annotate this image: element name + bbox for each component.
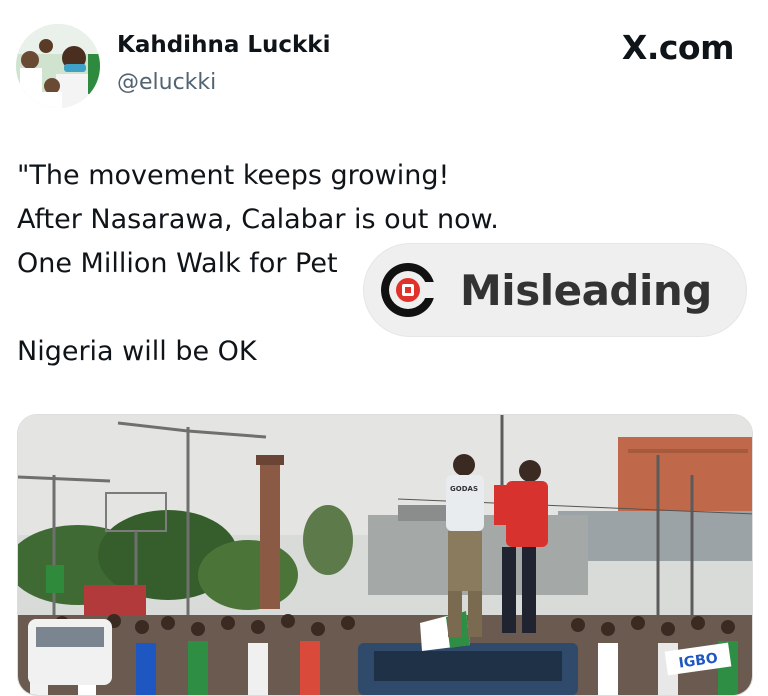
author-handle[interactable]: @eluckki bbox=[117, 70, 216, 95]
tweet-line: "The movement keeps growing! bbox=[17, 160, 450, 191]
author-display-name[interactable]: Kahdihna Luckki bbox=[117, 32, 330, 58]
fact-check-badge: Misleading bbox=[364, 244, 746, 336]
fact-check-verdict: Misleading bbox=[460, 265, 712, 315]
x-brand-label: X.com bbox=[621, 28, 735, 67]
tweet-media-image[interactable]: GODAS IGBO bbox=[17, 414, 753, 696]
author-avatar[interactable] bbox=[16, 24, 100, 108]
factcheck-logo-icon bbox=[381, 263, 438, 317]
tweet-line: After Nasarawa, Calabar is out now. bbox=[17, 204, 499, 235]
svg-text:GODAS: GODAS bbox=[450, 485, 478, 493]
tweet-line: Nigeria will be OK bbox=[17, 336, 257, 367]
